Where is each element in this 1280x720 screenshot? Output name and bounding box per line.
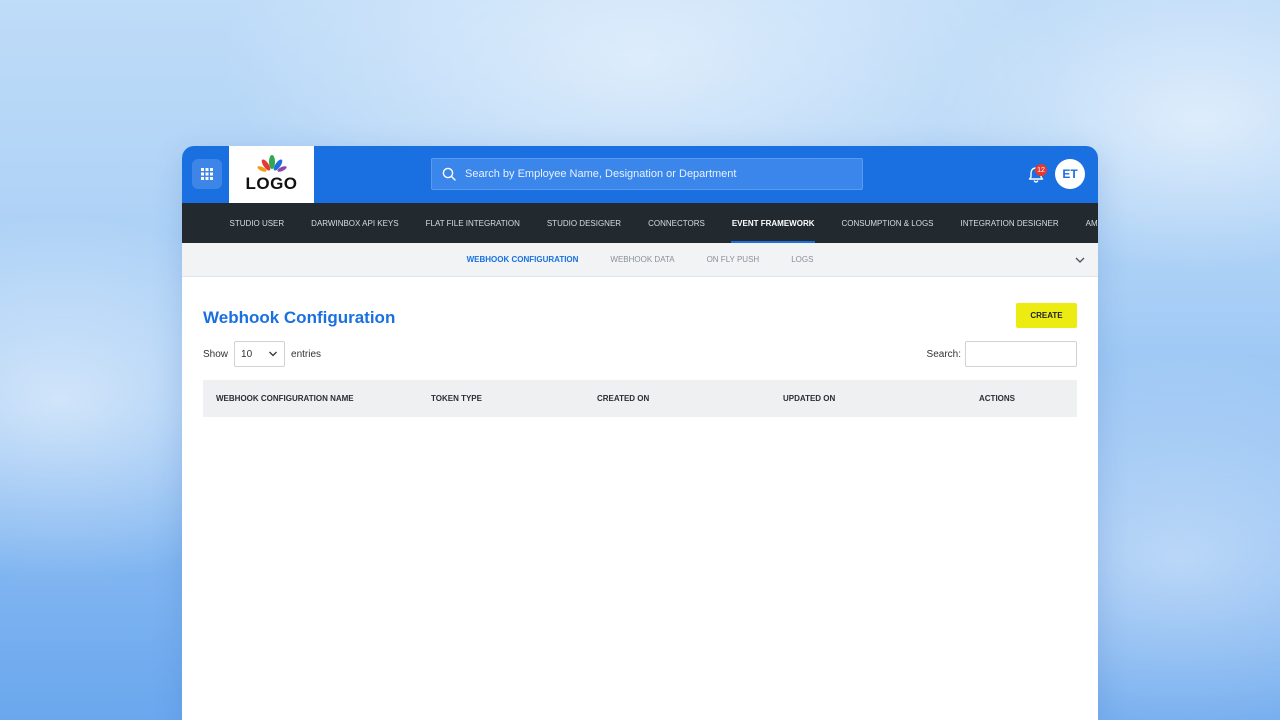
column-header-token-type[interactable]: TOKEN TYPE — [431, 394, 482, 403]
lotus-logo-icon — [256, 155, 287, 172]
table-search-input[interactable] — [965, 341, 1077, 367]
logo-text: LOGO — [245, 174, 298, 193]
nav-item-event-framework[interactable]: EVENT FRAMEWORK — [718, 203, 828, 243]
company-logo[interactable]: LOGO — [229, 146, 314, 203]
entries-label: entries — [291, 348, 322, 360]
nav-item-amplify-scripts[interactable]: AMPLIFY SCRIPTS — [1072, 203, 1098, 243]
main-navigation: STUDIO USER DARWINBOX API KEYS FLAT FILE… — [182, 203, 1098, 243]
app-launcher-button[interactable] — [192, 159, 222, 189]
table-search: Search: — [927, 341, 1077, 367]
top-bar: LOGO 12 ET — [182, 146, 1098, 203]
nav-item-flat-file-integration[interactable]: FLAT FILE INTEGRATION — [412, 203, 533, 243]
app-window: LOGO 12 ET STUDIO USER DARWINBOX API KEY… — [182, 146, 1098, 720]
column-header-actions: ACTIONS — [979, 394, 1015, 403]
entries-select-value: 10 — [241, 348, 253, 360]
user-avatar[interactable]: ET — [1055, 159, 1085, 189]
column-header-webhook-configuration-name[interactable]: WEBHOOK CONFIGURATION NAME — [216, 394, 354, 403]
tab-on-fly-push[interactable]: ON FLY PUSH — [691, 255, 776, 264]
show-label: Show — [203, 348, 229, 360]
sub-navigation: WEBHOOK CONFIGURATION WEBHOOK DATA ON FL… — [182, 243, 1098, 277]
nav-item-darwinbox-api-keys[interactable]: DARWINBOX API KEYS — [298, 203, 412, 243]
column-header-updated-on[interactable]: UPDATED ON — [783, 394, 835, 403]
grid-icon — [201, 168, 213, 180]
create-button[interactable]: CREATE — [1016, 303, 1077, 328]
notification-count-badge: 12 — [1035, 164, 1047, 176]
entries-select[interactable]: 10 — [234, 341, 286, 367]
global-search-bar[interactable] — [431, 158, 863, 190]
nav-item-studio-designer[interactable]: STUDIO DESIGNER — [533, 203, 634, 243]
tab-logs[interactable]: LOGS — [775, 255, 829, 264]
global-search-input[interactable] — [465, 168, 862, 180]
tab-webhook-configuration[interactable]: WEBHOOK CONFIGURATION — [451, 255, 595, 264]
entries-length-control: Show 10 entries — [203, 341, 321, 367]
column-header-created-on[interactable]: CREATED ON — [597, 394, 649, 403]
table-search-label: Search: — [926, 348, 961, 360]
chevron-down-icon — [269, 351, 277, 357]
page-title: Webhook Configuration — [203, 308, 396, 327]
nav-item-connectors[interactable]: CONNECTORS — [635, 203, 719, 243]
nav-item-integration-designer[interactable]: INTEGRATION DESIGNER — [947, 203, 1072, 243]
tab-webhook-data[interactable]: WEBHOOK DATA — [594, 255, 690, 264]
search-icon — [442, 167, 456, 181]
chevron-down-icon[interactable] — [1074, 254, 1086, 266]
webhook-table-header: WEBHOOK CONFIGURATION NAME TOKEN TYPE CR… — [203, 380, 1077, 417]
nav-item-consumption-logs[interactable]: CONSUMPTION & LOGS — [828, 203, 947, 243]
nav-item-studio-user[interactable]: STUDIO USER — [216, 203, 298, 243]
